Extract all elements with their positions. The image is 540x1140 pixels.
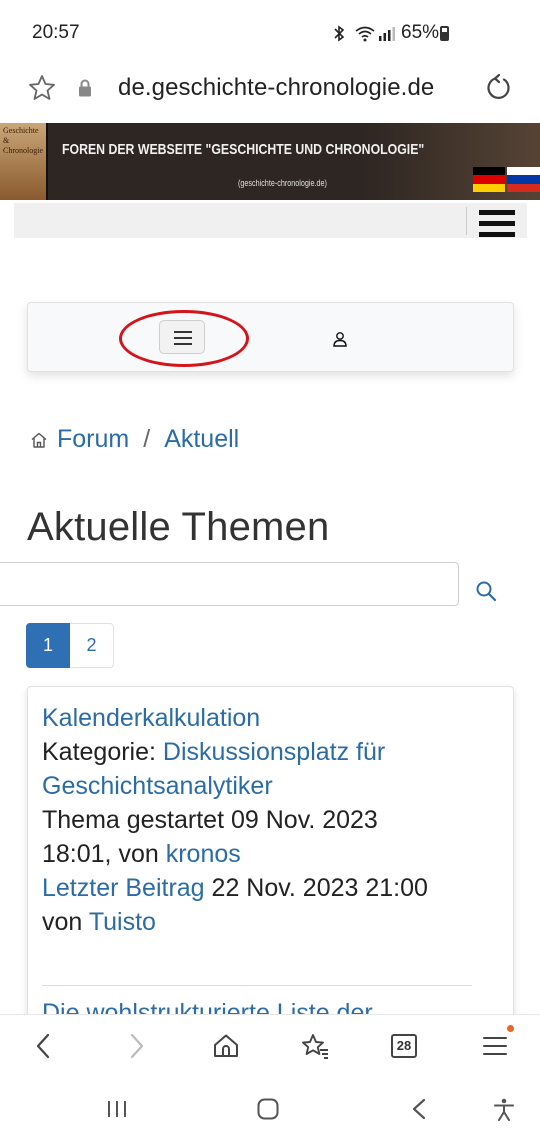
forward-icon[interactable] [122, 1032, 150, 1060]
wifi-icon [355, 26, 375, 42]
status-time: 20:57 [32, 22, 80, 43]
tabs-button[interactable]: 28 [391, 1034, 417, 1058]
topic-list-card: Kalenderkalkulation Kategorie: Diskussio… [27, 686, 514, 1026]
russian-flag-icon[interactable] [507, 167, 540, 192]
last-post-by-link[interactable]: Tuisto [89, 908, 156, 936]
page-title: Aktuelle Themen [27, 505, 330, 549]
by-label: von [42, 908, 83, 936]
forum-menu-card [27, 302, 514, 372]
bluetooth-icon [334, 25, 345, 42]
site-navbar [14, 203, 527, 238]
accessibility-icon[interactable] [492, 1097, 516, 1121]
url-bar[interactable]: de.geschichte-chronologie.de [0, 64, 540, 116]
page-button-1[interactable]: 1 [26, 623, 70, 668]
back-icon[interactable] [30, 1032, 58, 1060]
lock-icon [79, 79, 91, 97]
topic-title-link[interactable]: Kalenderkalkulation [42, 704, 260, 732]
banner-title: FOREN DER WEBSEITE "GESCHICHTE UND CHRON… [62, 141, 425, 158]
search-input[interactable] [0, 562, 459, 606]
site-logo[interactable]: Geschichte & Chronologie [0, 123, 48, 200]
home-icon[interactable] [30, 431, 48, 449]
battery-icon [440, 26, 449, 41]
german-flag-icon[interactable] [473, 167, 505, 192]
started-by-link[interactable]: kronos [166, 840, 241, 868]
status-bar: 20:57 65% [0, 0, 540, 64]
navbar-divider [466, 207, 467, 235]
bookmarks-icon[interactable] [301, 1032, 329, 1060]
signal-icon [379, 27, 395, 41]
pagination: 1 2 [26, 623, 114, 668]
site-logo-text: Geschichte & Chronologie [3, 126, 43, 155]
highlight-annotation [119, 310, 249, 367]
site-menu-icon[interactable] [479, 210, 515, 242]
browser-toolbar [0, 1014, 540, 1078]
page-button-2[interactable]: 2 [70, 623, 114, 668]
star-icon[interactable] [28, 74, 56, 102]
banner-subtitle: (geschichte-chronologie.de) [238, 178, 327, 188]
breadcrumb-forum-link[interactable]: Forum [57, 425, 129, 454]
battery-percent: 65% [401, 22, 440, 43]
home-icon[interactable] [212, 1032, 240, 1060]
last-post-link[interactable]: Letzter Beitrag [42, 874, 205, 902]
breadcrumb: Forum / Aktuell [30, 424, 239, 454]
forum-banner[interactable]: Geschichte & Chronologie FOREN DER WEBSE… [0, 123, 540, 200]
category-label: Kategorie: [42, 738, 156, 766]
home-button-icon[interactable] [256, 1097, 280, 1121]
reload-icon[interactable] [484, 74, 512, 102]
menu-icon[interactable] [481, 1032, 509, 1060]
breadcrumb-current-link[interactable]: Aktuell [164, 425, 239, 454]
user-icon[interactable] [332, 331, 348, 347]
recent-apps-icon[interactable] [105, 1097, 129, 1121]
breadcrumb-separator: / [143, 424, 151, 453]
url-text[interactable]: de.geschichte-chronologie.de [118, 74, 434, 102]
topic-divider [42, 985, 472, 986]
last-post-date: 22 Nov. 2023 21:00 [211, 874, 428, 902]
search-icon[interactable] [475, 580, 497, 602]
notification-dot [507, 1025, 514, 1032]
back-button-icon[interactable] [408, 1097, 432, 1121]
topic-item: Kalenderkalkulation Kategorie: Diskussio… [42, 701, 452, 939]
